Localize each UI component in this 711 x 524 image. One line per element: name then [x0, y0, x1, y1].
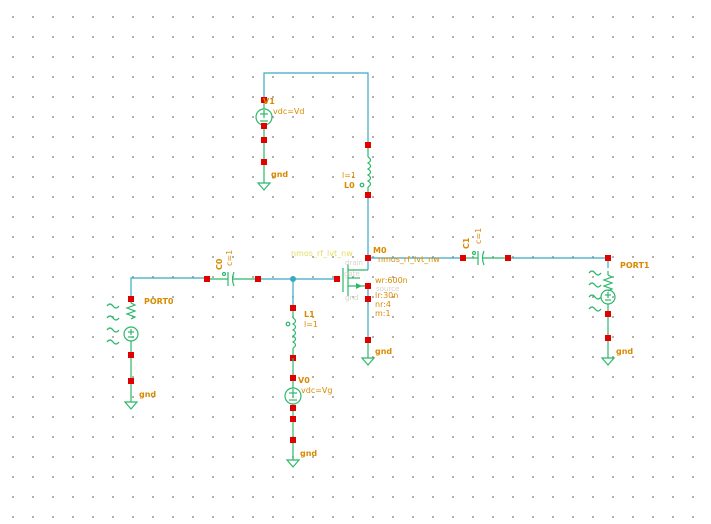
c1-name: C1 — [462, 237, 471, 249]
v1-param: vdc=Vd — [273, 107, 304, 116]
gnd-label-v1: gnd — [271, 170, 288, 179]
gnd-label-m0: gnd — [375, 347, 392, 356]
port0-pin-top[interactable] — [128, 296, 134, 302]
m0-pin-label-gnd: gnd — [345, 294, 358, 302]
m0-gnd-pin[interactable] — [365, 337, 371, 343]
junction-dot — [290, 276, 296, 282]
m0-param-nr: nr:4 — [375, 300, 391, 309]
c0-pin-right[interactable] — [255, 276, 261, 282]
v0-name: V0 — [298, 376, 310, 385]
gnd-label-v0: gnd — [300, 449, 317, 458]
m0-name: M0 — [373, 246, 387, 255]
voltage-source-v0[interactable] — [284, 358, 302, 468]
l1-pin-top[interactable] — [290, 305, 296, 311]
v0-pin-plus[interactable] — [290, 375, 296, 381]
m0-gate-pin[interactable] — [334, 276, 340, 282]
m0-pin-label-gate: gate — [344, 270, 360, 278]
c1-pin-right[interactable] — [505, 255, 511, 261]
c0-param: c=1 — [225, 250, 234, 266]
v0-gnd-pin-top[interactable] — [290, 416, 296, 422]
m0-pin-label-drain: drain — [345, 259, 363, 267]
v1-pin-minus[interactable] — [261, 123, 267, 129]
m0-source-pin[interactable] — [365, 283, 371, 289]
schematic: V1 vdc=Vd gnd l=1 L0 M0 nmos_rf_lvt_nw n… — [106, 72, 650, 468]
voltage-source-v1[interactable] — [255, 100, 273, 191]
port0-pin-minus[interactable] — [128, 352, 134, 358]
m0-model: nmos_rf_lvt_nw — [378, 255, 440, 264]
c0-name: C0 — [215, 258, 224, 270]
c0-pin-left[interactable] — [204, 276, 210, 282]
inductor-l1[interactable] — [285, 308, 297, 355]
l0-name: L0 — [344, 181, 355, 190]
nmos-m0[interactable] — [342, 264, 368, 296]
port1-pin-top[interactable] — [605, 255, 611, 261]
gnd-label-port0: gnd — [139, 390, 156, 399]
port0-name: PORT0 — [144, 297, 174, 306]
capacitor-c1[interactable] — [466, 250, 505, 266]
inductor-l0[interactable] — [359, 148, 372, 192]
port1[interactable] — [588, 270, 616, 366]
l1-param: l=1 — [304, 320, 318, 329]
l1-name: L1 — [304, 310, 315, 319]
gnd-label-port1: gnd — [616, 347, 633, 356]
l0-param: l=1 — [342, 171, 356, 180]
wire-port0-c0[interactable] — [130, 277, 204, 296]
v1-gnd-pin[interactable] — [261, 159, 267, 165]
m0-cell-label: nmos_rf_lvt_nw — [291, 249, 353, 258]
v0-param: vdc=Vg — [301, 386, 332, 395]
c1-param: c=1 — [474, 228, 483, 244]
l0-pin-bottom[interactable] — [365, 192, 371, 198]
ground-m0 — [360, 340, 376, 366]
wire-c1-port1[interactable] — [508, 257, 609, 268]
capacitor-c0[interactable] — [207, 271, 255, 287]
m0-param-wr: wr:600n — [375, 276, 408, 285]
v0-gnd-pin[interactable] — [290, 437, 296, 443]
schematic-canvas[interactable]: V1 vdc=Vd gnd l=1 L0 M0 nmos_rf_lvt_nw n… — [0, 0, 711, 524]
port1-pin-minus[interactable] — [605, 311, 611, 317]
port0-gnd-pin[interactable] — [128, 378, 134, 384]
m0-param-m: m:1 — [375, 309, 391, 318]
port1-name: PORT1 — [620, 261, 650, 270]
v1-name: V1 — [263, 97, 275, 106]
v0-pin-minus[interactable] — [290, 405, 296, 411]
m0-drain-pin[interactable] — [365, 255, 371, 261]
m0-body-pin[interactable] — [365, 296, 371, 302]
v1-gnd-pin-top[interactable] — [261, 137, 267, 143]
l0-pin-top[interactable] — [365, 142, 371, 148]
c1-pin-left[interactable] — [460, 255, 466, 261]
m0-param-lr: lr:30n — [375, 291, 398, 300]
port1-gnd-pin[interactable] — [605, 335, 611, 341]
